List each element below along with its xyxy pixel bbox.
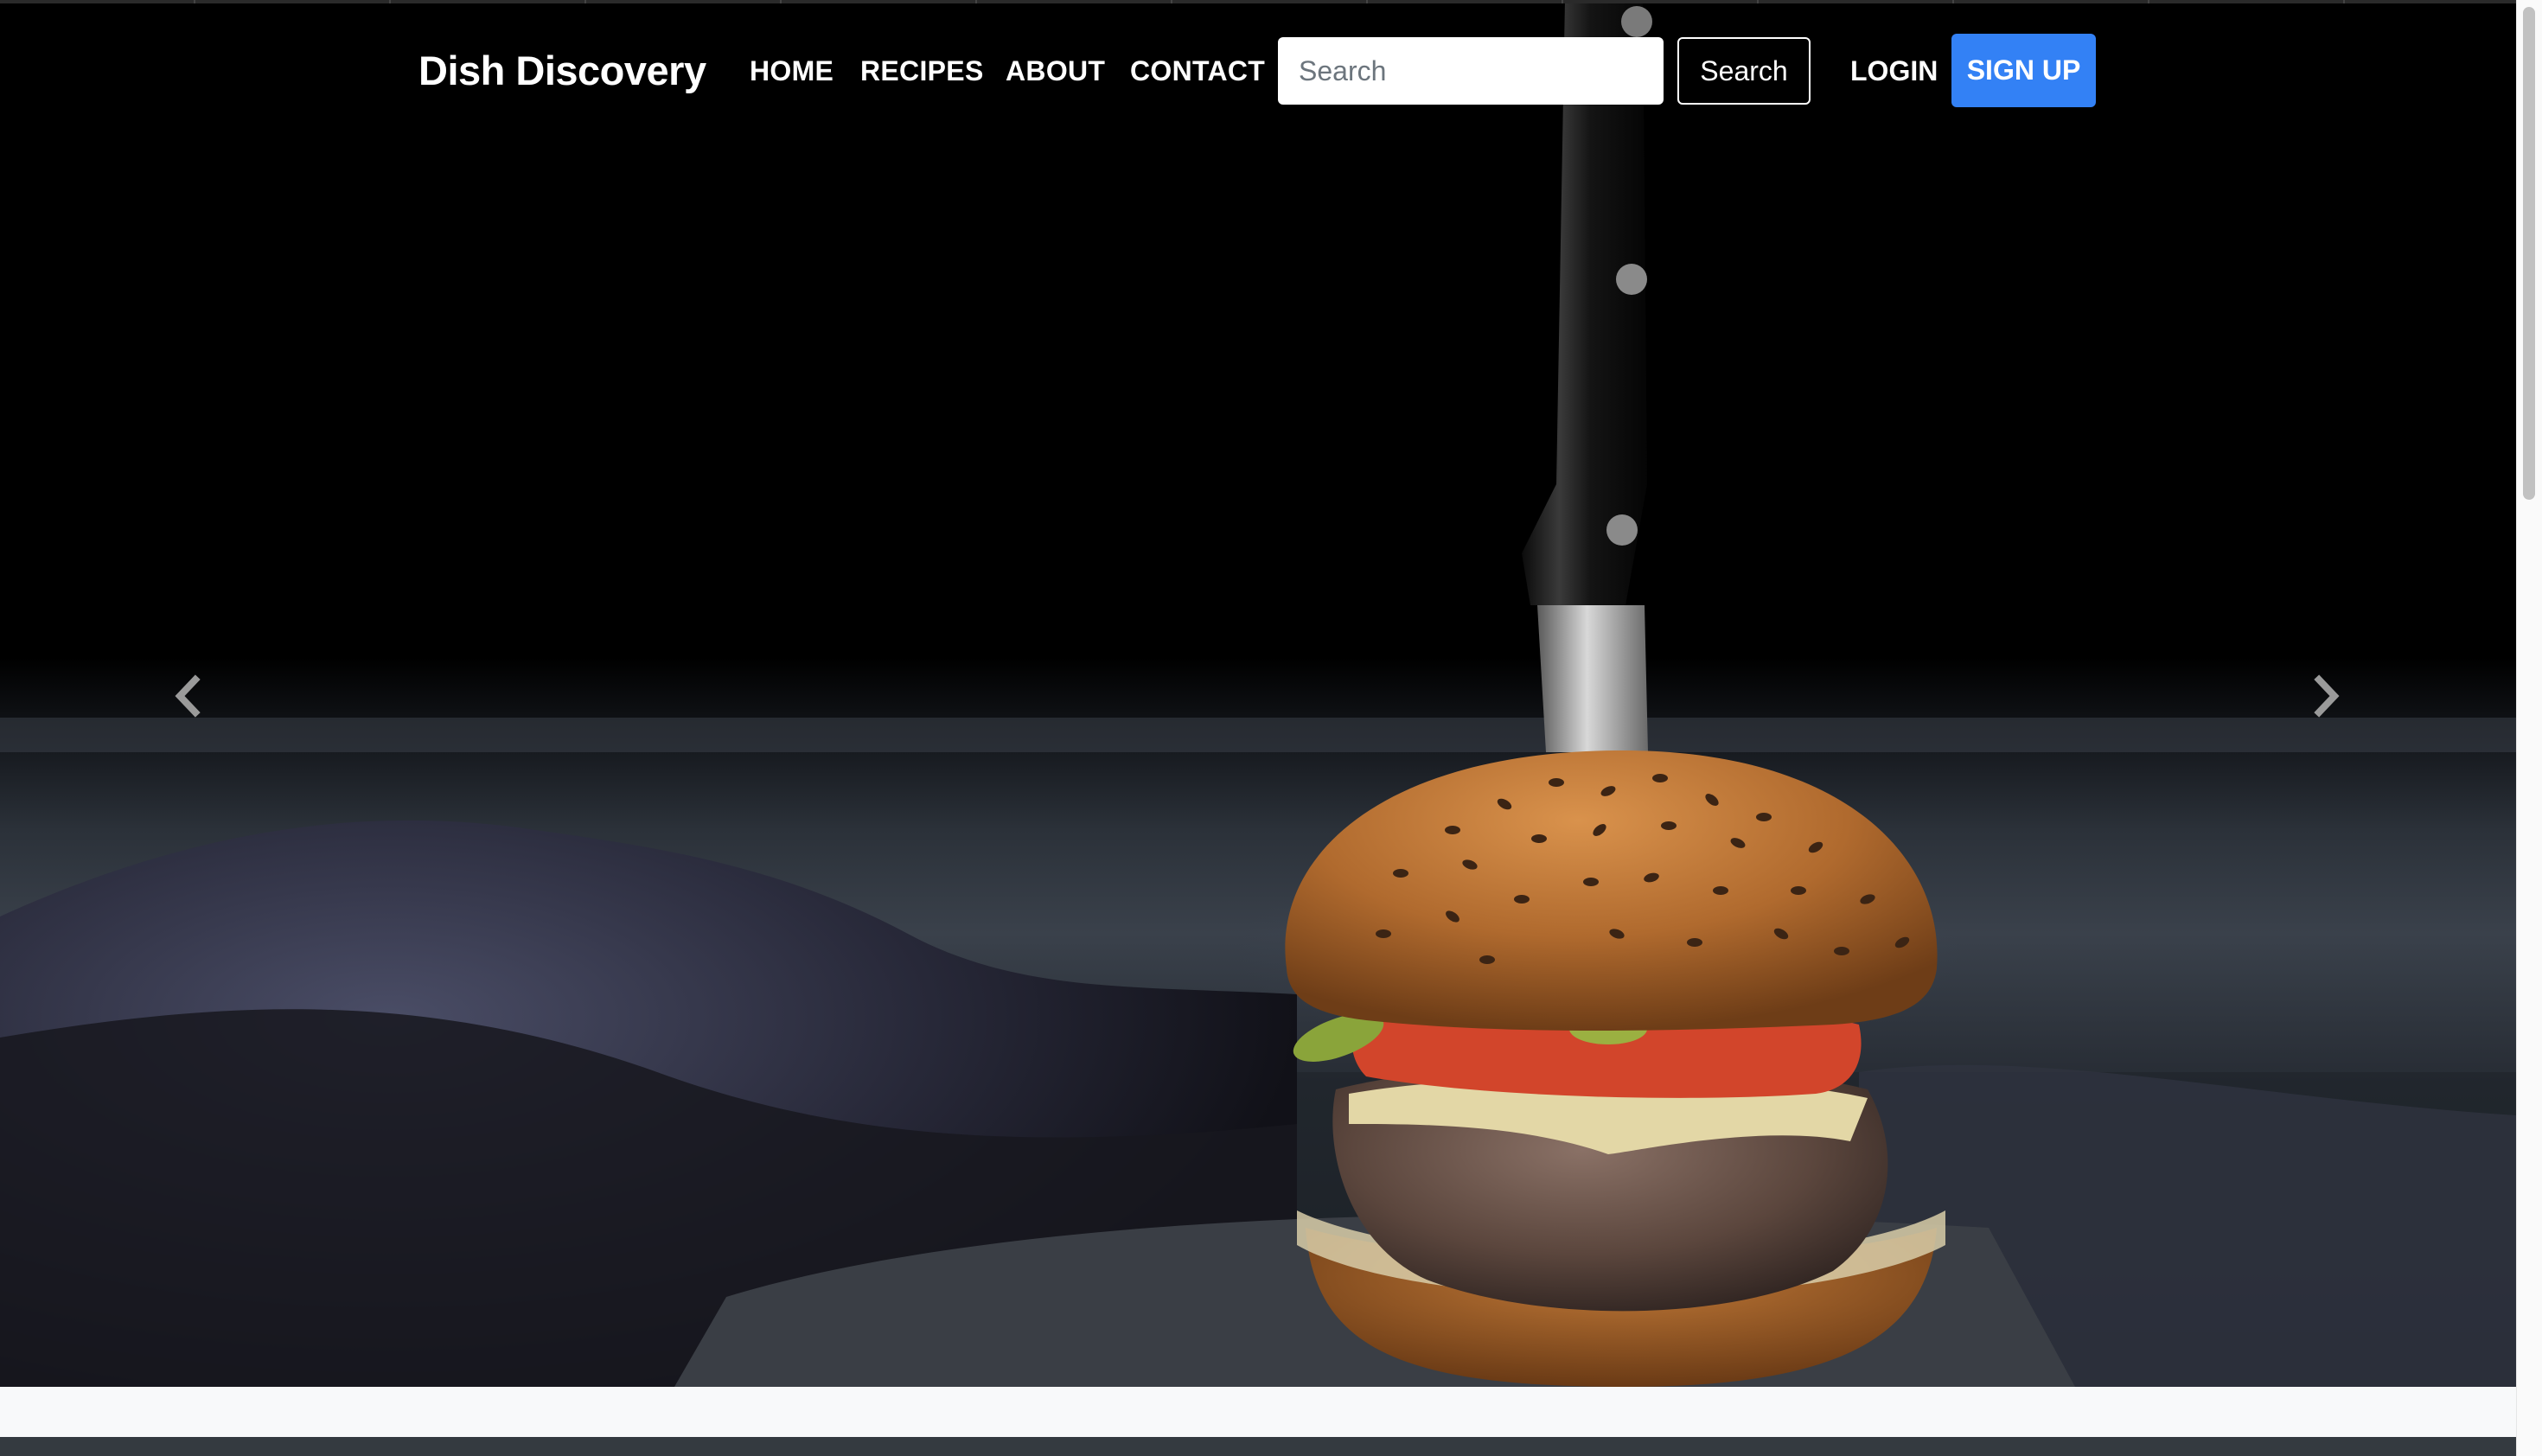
- carousel-next-button[interactable]: [2274, 640, 2378, 752]
- login-link[interactable]: LOGIN: [1850, 48, 1938, 93]
- vertical-scrollbar[interactable]: [2516, 0, 2542, 1456]
- content-section: [0, 1387, 2516, 1437]
- page: Dish Discovery HOME RECIPES ABOUT CONTAC…: [0, 0, 2542, 1456]
- chevron-left-icon: [175, 674, 201, 718]
- nav-link-about[interactable]: ABOUT: [1006, 48, 1105, 93]
- nav-link-contact[interactable]: CONTACT: [1130, 48, 1265, 93]
- chevron-right-icon: [2314, 674, 2340, 718]
- hero-carousel: [0, 0, 2516, 1387]
- hero-image: [0, 0, 2516, 1387]
- navbar: Dish Discovery HOME RECIPES ABOUT CONTAC…: [0, 0, 2516, 142]
- search-input[interactable]: [1278, 37, 1664, 105]
- nav-link-home[interactable]: HOME: [750, 48, 833, 93]
- scrollbar-thumb[interactable]: [2523, 7, 2535, 500]
- search-button[interactable]: Search: [1677, 37, 1811, 105]
- browser-top-strip: [0, 0, 2516, 3]
- nav-link-recipes[interactable]: RECIPES: [860, 48, 984, 93]
- carousel-prev-button[interactable]: [137, 640, 240, 752]
- signup-button[interactable]: SIGN UP: [1951, 34, 2096, 107]
- brand-logo[interactable]: Dish Discovery: [418, 43, 706, 99]
- footer: [0, 1437, 2516, 1456]
